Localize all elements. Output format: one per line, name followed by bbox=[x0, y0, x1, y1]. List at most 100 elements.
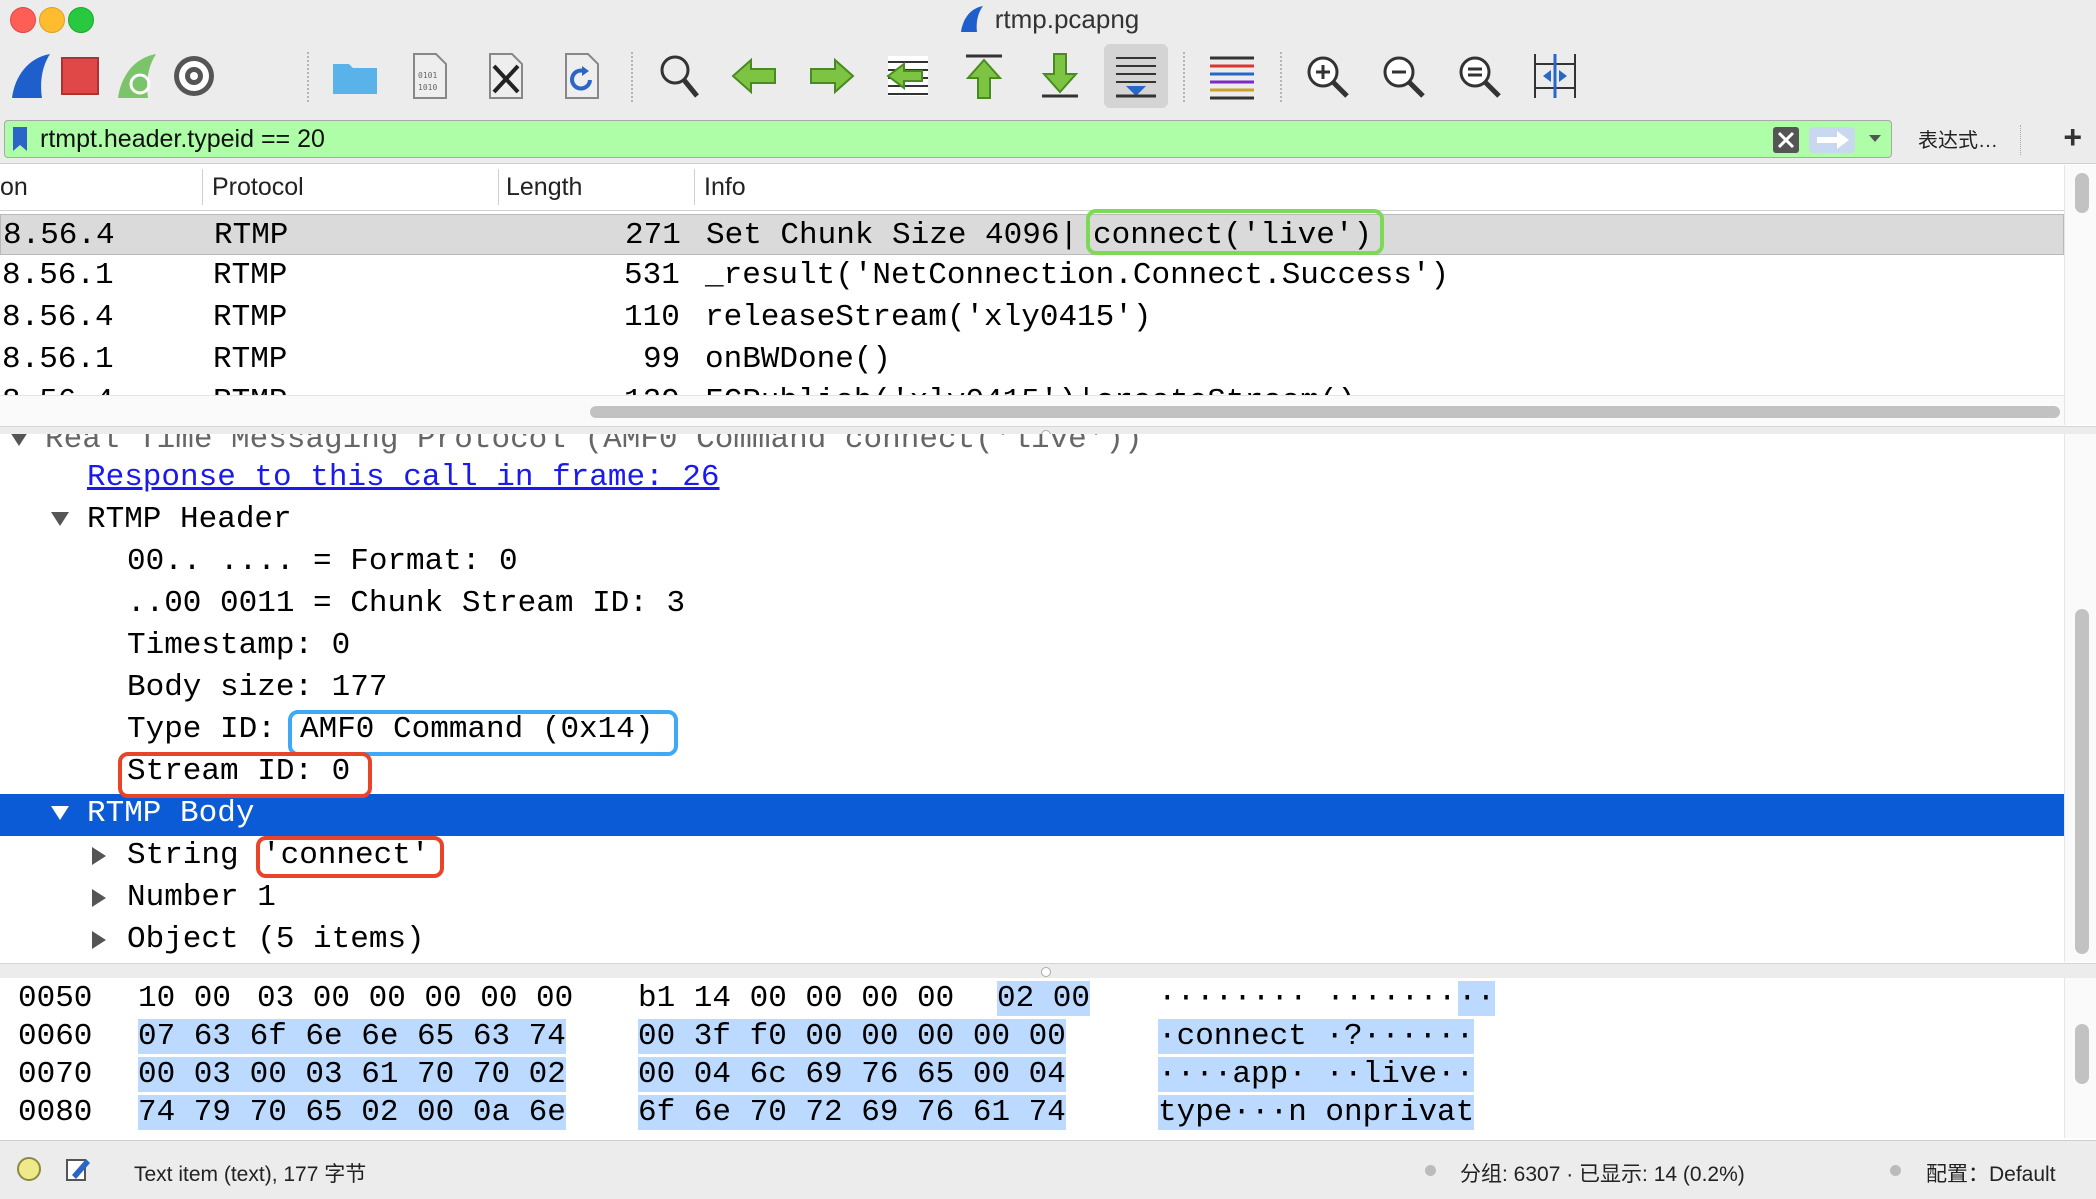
file-properties-button[interactable]: 0101 1010 bbox=[402, 48, 458, 104]
pane-splitter[interactable] bbox=[0, 963, 2096, 979]
colorize-button[interactable] bbox=[1204, 48, 1260, 104]
profile-text[interactable]: 配置：Default bbox=[1926, 1158, 2056, 1188]
tree-row-number[interactable]: Number 1 bbox=[0, 878, 2064, 920]
ascii-text-highlighted: ····app· ··live·· bbox=[1158, 1057, 1475, 1092]
collapse-triangle-icon[interactable] bbox=[51, 512, 69, 526]
packet-protocol: RTMP bbox=[214, 218, 289, 253]
ascii-text: ······ ······· bbox=[1196, 981, 1457, 1016]
hex-bytes-highlighted: 00 3f f0 00 00 00 00 00 bbox=[638, 1019, 1066, 1054]
packet-destination: 8.56.4 bbox=[2, 384, 114, 395]
status-bar: Text item (text), 177 字节 分组: 6307 · 已显示:… bbox=[0, 1140, 2096, 1199]
stop-capture-button[interactable] bbox=[52, 48, 108, 104]
go-first-button[interactable] bbox=[956, 48, 1012, 104]
packet-protocol: RTMP bbox=[213, 384, 287, 395]
hex-bytes: 03 00 00 00 00 00 bbox=[257, 981, 574, 1016]
expand-triangle-icon[interactable] bbox=[10, 434, 28, 446]
stop-icon bbox=[61, 57, 99, 95]
expand-triangle-icon[interactable] bbox=[92, 889, 106, 907]
red-highlight-box bbox=[256, 836, 444, 878]
bookmark-icon[interactable] bbox=[11, 126, 29, 152]
column-header-length[interactable]: Length bbox=[506, 173, 582, 202]
hex-row[interactable]: 0070 00 03 00 03 61 70 70 02 00 04 6c 69… bbox=[0, 1056, 2064, 1094]
tree-row-object[interactable]: Object (5 items) bbox=[0, 920, 2064, 962]
apply-filter-arrow-icon[interactable] bbox=[1809, 127, 1855, 153]
packet-row[interactable]: 8.56.1 RTMP 531 _result('NetConnection.C… bbox=[0, 255, 2064, 296]
hex-bytes-highlighted: 00 03 00 03 61 70 70 02 bbox=[138, 1057, 566, 1092]
go-first-icon bbox=[965, 54, 1003, 99]
column-header-protocol[interactable]: Protocol bbox=[212, 173, 304, 202]
packet-destination: 8.56.1 bbox=[2, 258, 114, 293]
collapse-triangle-icon[interactable] bbox=[51, 806, 69, 820]
horizontal-scroll-thumb[interactable] bbox=[590, 406, 2060, 418]
zoom-normal-button[interactable] bbox=[1451, 48, 1507, 104]
hex-offset: 0080 bbox=[18, 1095, 93, 1130]
packet-length: 129 bbox=[624, 384, 680, 395]
expression-button[interactable]: 表达式… bbox=[1918, 124, 1998, 153]
packet-row[interactable]: 8.56.4 RTMP 271 Set Chunk Size 4096| con… bbox=[0, 214, 2064, 255]
vertical-scroll-thumb[interactable] bbox=[2075, 1024, 2089, 1084]
packet-protocol: RTMP bbox=[213, 342, 288, 377]
add-filter-button[interactable]: + bbox=[2063, 121, 2082, 153]
find-packet-button[interactable] bbox=[651, 48, 707, 104]
restart-fin-icon bbox=[118, 54, 156, 98]
packet-length: 531 bbox=[624, 258, 680, 293]
go-last-button[interactable] bbox=[1032, 48, 1088, 104]
go-back-button[interactable] bbox=[727, 48, 783, 104]
expert-info-icon[interactable] bbox=[17, 1157, 41, 1181]
tree-row-response-link[interactable]: Response to this call in frame: 26 bbox=[0, 458, 2064, 500]
tree-row-rtmp-header[interactable]: RTMP Header bbox=[0, 500, 2064, 542]
packet-row[interactable]: 8.56.1 RTMP 99 onBWDone() bbox=[0, 339, 2064, 380]
open-file-button[interactable] bbox=[327, 48, 383, 104]
bytes-vertical-scrollbar[interactable] bbox=[2064, 978, 2096, 1138]
packet-list-horizontal-scrollbar[interactable] bbox=[0, 395, 2064, 426]
go-forward-button[interactable] bbox=[803, 48, 859, 104]
packet-protocol: RTMP bbox=[213, 300, 288, 335]
hex-row[interactable]: 0060 07 63 6f 6e 6e 65 63 74 00 3f f0 00… bbox=[0, 1018, 2064, 1056]
packet-details-tree: Real Time Messaging Protocol (AMF0 Comma… bbox=[0, 434, 2064, 962]
hex-bytes-highlighted: 6f 6e 70 72 69 76 61 74 bbox=[638, 1095, 1066, 1130]
display-filter-input[interactable] bbox=[40, 121, 1770, 157]
tree-row-chunk-stream[interactable]: ..00 0011 = Chunk Stream ID: 3 bbox=[0, 584, 2064, 626]
packet-list-vertical-scrollbar[interactable] bbox=[2064, 165, 2096, 425]
clear-filter-icon[interactable] bbox=[1773, 127, 1799, 153]
main-toolbar: 0101 1010 bbox=[0, 38, 2096, 115]
resize-columns-button[interactable] bbox=[1527, 48, 1583, 104]
zoom-in-button[interactable] bbox=[1299, 48, 1355, 104]
reload-file-button[interactable] bbox=[554, 48, 610, 104]
packet-row[interactable]: 8.56.4 RTMP 110 releaseStream('xly0415') bbox=[0, 297, 2064, 338]
response-frame-link[interactable]: Response to this call in frame: 26 bbox=[87, 460, 720, 495]
hex-row[interactable]: 0080 74 79 70 65 02 00 0a 6e 6f 6e 70 72… bbox=[0, 1094, 2064, 1132]
title-bar: rtmp.pcapng bbox=[0, 0, 2096, 38]
column-header-destination[interactable]: on bbox=[0, 173, 28, 202]
hex-bytes-highlighted: 02 00 bbox=[997, 981, 1091, 1016]
arrow-right-icon bbox=[810, 57, 855, 95]
hex-offset: 0060 bbox=[18, 1019, 93, 1054]
expand-triangle-icon[interactable] bbox=[92, 847, 106, 865]
restart-capture-button[interactable] bbox=[110, 48, 166, 104]
hex-row[interactable]: 0050 10 00 03 00 00 00 00 00 b1 14 00 00… bbox=[0, 980, 2064, 1018]
vertical-scroll-thumb[interactable] bbox=[2075, 609, 2089, 954]
go-to-packet-button[interactable] bbox=[880, 48, 936, 104]
vertical-scroll-thumb[interactable] bbox=[2075, 173, 2089, 213]
tree-row-format[interactable]: 00.. .... = Format: 0 bbox=[0, 542, 2064, 584]
filter-history-chevron-down-icon[interactable] bbox=[1867, 133, 1883, 145]
packet-row[interactable]: 8.56.4 RTMP 129 FCPublish('xly0415')|cre… bbox=[0, 381, 2064, 395]
tree-row-body-size[interactable]: Body size: 177 bbox=[0, 668, 2064, 710]
chunk-stream-field: ..00 0011 = Chunk Stream ID: 3 bbox=[127, 586, 686, 621]
close-file-icon bbox=[489, 53, 523, 99]
edit-comment-icon[interactable] bbox=[64, 1155, 92, 1183]
auto-scroll-button[interactable] bbox=[1104, 44, 1168, 108]
capture-options-button[interactable] bbox=[166, 48, 222, 104]
tree-row-rtmp-body-selected[interactable]: RTMP Body bbox=[0, 794, 2064, 836]
expand-triangle-icon[interactable] bbox=[92, 931, 106, 949]
details-vertical-scrollbar[interactable] bbox=[2064, 434, 2096, 962]
timestamp-field: Timestamp: 0 bbox=[127, 628, 351, 663]
column-header-info[interactable]: Info bbox=[704, 173, 746, 202]
magnifier-icon bbox=[660, 55, 699, 98]
close-file-button[interactable] bbox=[478, 48, 534, 104]
protocol-line: Real Time Messaging Protocol (AMF0 Comma… bbox=[45, 434, 1143, 457]
zoom-out-button[interactable] bbox=[1375, 48, 1431, 104]
tree-row-timestamp[interactable]: Timestamp: 0 bbox=[0, 626, 2064, 668]
display-filter-field[interactable] bbox=[4, 120, 1892, 158]
binary-file-icon: 0101 1010 bbox=[413, 53, 447, 99]
